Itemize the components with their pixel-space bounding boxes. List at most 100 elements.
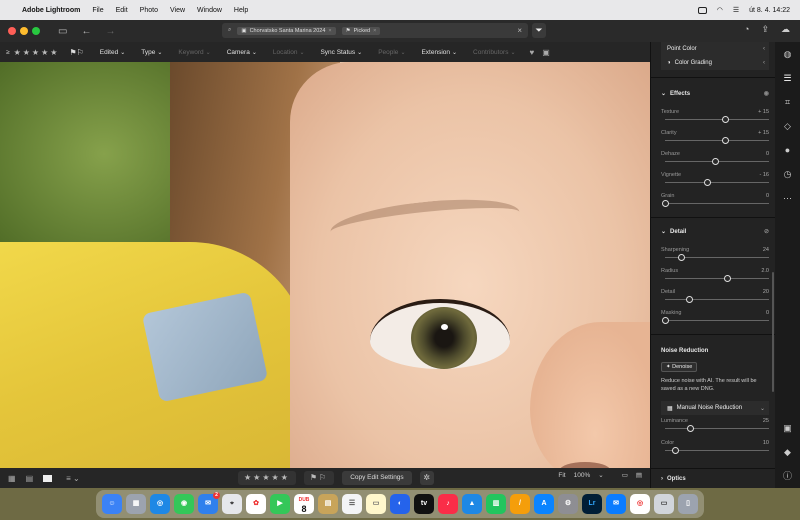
detail-slider-knob[interactable] [686,296,693,303]
eraser-icon[interactable]: ◇ [784,114,791,138]
app-store-icon[interactable]: A [534,494,554,514]
calendar-icon[interactable]: DUB 8 [294,494,314,514]
music-icon[interactable]: ♪ [438,494,458,514]
luminance-slider-knob[interactable] [687,425,694,432]
clarity-slider-knob[interactable] [722,137,729,144]
clarity-slider-track[interactable] [665,140,769,141]
search-input[interactable]: ⌕ ▣ Chorvatsko Santa Marina 2024 × ⚑ Pic… [222,23,528,38]
edit-sliders-icon[interactable]: ☰ [783,66,791,90]
remove-album-chip-icon[interactable]: × [328,28,331,34]
cloud-sync-icon[interactable]: ☁ [781,24,790,35]
dehaze-value[interactable]: 0 [766,151,769,157]
system-settings-icon[interactable]: ⚙ [558,494,578,514]
menu-window[interactable]: Window [197,7,222,14]
notes-icon[interactable]: ▭ [366,494,386,514]
flag-filter-icon[interactable]: ⚑⚐ [69,48,83,57]
filter-sync-status[interactable]: Sync Status ⌄ [320,49,362,56]
menu-photo[interactable]: Photo [140,7,158,14]
filter-contributors[interactable]: Contributors ⌄ [473,49,515,56]
menu-help[interactable]: Help [234,7,248,14]
point-color-header[interactable]: Point Color ‹ [661,42,769,56]
vignette-slider-knob[interactable] [704,179,711,186]
luminance-value[interactable]: 25 [763,418,769,424]
texture-value[interactable]: + 15 [758,109,769,115]
safari-icon[interactable]: ◎ [150,494,170,514]
more-icon[interactable]: ⋯ [783,186,792,210]
masking-value[interactable]: 0 [766,310,769,316]
filter-extension[interactable]: Extension ⌄ [421,49,457,56]
effects-section-header[interactable]: ⌄ Effects ◉ [661,90,769,98]
comments-icon[interactable]: ▣ [783,416,792,440]
detail-value[interactable]: 20 [763,289,769,295]
facetime-icon[interactable]: ▶ [270,494,290,514]
texture-slider-track[interactable] [665,119,769,120]
pages-icon[interactable]: / [510,494,530,514]
masking-icon[interactable]: ● [785,138,790,162]
finder-icon[interactable]: ☺ [102,494,122,514]
wifi-icon[interactable]: ◠ [717,6,723,14]
photo-canvas[interactable] [0,62,650,468]
zoom-chevron-icon[interactable]: ⌄ [598,471,603,479]
radius-value[interactable]: 2.0 [761,268,769,274]
panel-scrollbar[interactable] [772,272,774,392]
texture-slider-knob[interactable] [722,116,729,123]
sort-icon[interactable]: ≡ ⌄ [66,474,80,483]
filter-funnel-button[interactable]: ⏷ [532,23,546,38]
notifications-bell-icon[interactable]: ◔ [744,24,749,35]
forward-arrow-icon[interactable]: → [105,26,115,37]
color-value[interactable]: 10 [763,440,769,446]
detail-slider-track[interactable] [665,299,769,300]
sharpening-value[interactable]: 24 [763,247,769,253]
filter-people[interactable]: People ⌄ [378,49,405,56]
radius-slider-track[interactable] [665,278,769,279]
contacts-icon[interactable]: ▤ [318,494,338,514]
photo-flag-icon[interactable]: ⚑⚐ [303,471,335,485]
chrome-icon[interactable]: ◎ [630,494,650,514]
downloads-folder-icon[interactable]: ▭ [654,494,674,514]
heart-icon[interactable]: ♥ [529,48,534,57]
filter-edited[interactable]: Edited ⌄ [100,49,125,56]
denoise-button[interactable]: ✦ Denoise [661,362,698,372]
vignette-slider-track[interactable] [665,182,769,183]
luminance-slider-track[interactable] [665,428,769,429]
detail-view-icon[interactable] [43,474,53,482]
filter-type[interactable]: Type ⌄ [141,49,162,56]
dehaze-slider-knob[interactable] [712,158,719,165]
trash-icon[interactable]: ▯ [678,494,698,514]
compare-view-icon[interactable]: ▭ [622,471,628,479]
color-slider-knob[interactable] [672,447,679,454]
vignette-value[interactable]: - 16 [760,172,769,178]
clock[interactable]: út 8. 4. 14:22 [749,7,790,14]
messenger-icon[interactable]: ✉ [606,494,626,514]
tag-icon[interactable]: ◆ [784,440,791,464]
photos-icon[interactable]: ✿ [246,494,266,514]
history-icon[interactable]: ◷ [784,162,792,186]
freeform-icon[interactable]: ◐ [390,494,410,514]
rating-operator[interactable]: ≥ [6,49,10,56]
menu-view[interactable]: View [170,7,185,14]
detail-section-header[interactable]: ⌄ Detail ⊘ [661,228,769,236]
filter-location[interactable]: Location ⌄ [273,49,305,56]
crop-icon[interactable]: ⌗ [785,90,790,114]
clear-search-icon[interactable]: × [517,26,522,35]
filter-camera[interactable]: Camera ⌄ [227,49,257,56]
control-center-icon[interactable]: ☰ [733,6,739,14]
keynote-icon[interactable]: ▲ [462,494,482,514]
menu-app-name[interactable]: Adobe Lightroom [22,7,80,14]
menu-file[interactable]: File [92,7,103,14]
grain-slider-track[interactable] [665,203,769,204]
menu-edit[interactable]: Edit [116,7,128,14]
filter-keyword[interactable]: Keyword ⌄ [178,49,210,56]
presets-icon[interactable]: ◍ [784,42,792,66]
zoom-fit-label[interactable]: Fit [558,472,565,479]
settings-gear-icon[interactable]: ✲ [419,471,434,485]
photo-rating-stars[interactable]: ★★★★★ [238,471,296,485]
visibility-hidden-icon[interactable]: ⊘ [764,228,769,235]
clarity-value[interactable]: + 15 [758,130,769,136]
launchpad-icon[interactable]: ▦ [126,494,146,514]
remove-picked-chip-icon[interactable]: × [373,28,376,34]
maps-icon[interactable]: ⌖ [222,494,242,514]
close-window-button[interactable] [8,27,16,35]
manual-noise-reduction-header[interactable]: ▦ Manual Noise Reduction ⌄ [661,401,769,415]
battery-icon[interactable] [697,6,707,14]
